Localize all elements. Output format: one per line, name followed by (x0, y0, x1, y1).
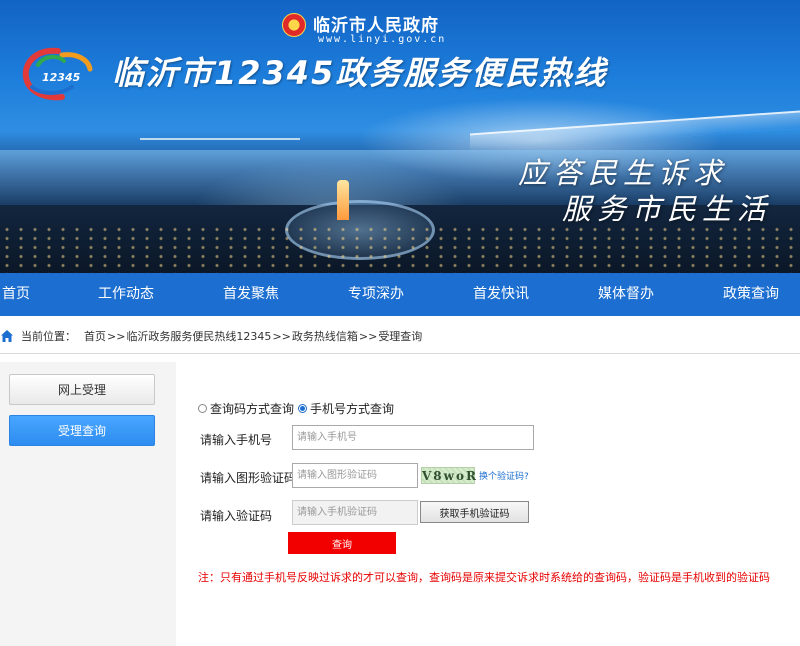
gov-url[interactable]: www.linyi.gov.cn (318, 34, 446, 45)
captcha-input[interactable] (292, 463, 418, 488)
banner-bridge-left (140, 138, 300, 144)
sms-code-input[interactable] (292, 500, 418, 525)
gov-name[interactable]: 临沂市人民政府 (313, 11, 439, 36)
breadcrumb: 当前位置： 首页 >> 临沂政务服务便民热线12345 >> 政务热线信箱 >>… (0, 326, 422, 346)
sms-code-label: 请输入验证码 (200, 509, 273, 523)
phone-label: 请输入手机号 (200, 433, 273, 447)
header-banner: 临沂市人民政府 www.linyi.gov.cn 12345 临沂市12345政… (0, 0, 800, 273)
captcha-refresh-link[interactable]: 换个验证码? (479, 469, 529, 482)
breadcrumb-mailbox[interactable]: 政务热线信箱 (292, 328, 358, 344)
banner-bridge (470, 110, 800, 152)
breadcrumb-separator: >> (272, 329, 291, 343)
sidebar-item-query[interactable]: 受理查询 (9, 415, 155, 446)
nav-item-policy[interactable]: 政策查询 (723, 273, 779, 316)
query-note: 注：只有通过手机号反映过诉求的才可以查询，查询码是原来提交诉求时系统给的查询码，… (198, 571, 770, 584)
banner-tower (337, 180, 349, 220)
nav-item-special[interactable]: 专项深办 (348, 273, 404, 316)
nav-item-express[interactable]: 首发快讯 (473, 273, 529, 316)
banner-city-lights (0, 225, 800, 273)
logo-text: 12345 (42, 71, 81, 84)
radio-phone-label[interactable]: 手机号方式查询 (310, 400, 394, 417)
breadcrumb-home[interactable]: 首页 (84, 328, 106, 344)
query-mode-group: 查询码方式查询 手机号方式查询 (198, 400, 398, 417)
nav-item-media[interactable]: 媒体督办 (598, 273, 654, 316)
radio-query-code[interactable] (198, 404, 207, 413)
radio-query-code-label[interactable]: 查询码方式查询 (210, 400, 294, 417)
captcha-image[interactable]: V8woR (421, 467, 476, 484)
nav-item-focus[interactable]: 首发聚焦 (223, 273, 279, 316)
captcha-label: 请输入图形验证码 (200, 471, 297, 485)
breadcrumb-current: 受理查询 (378, 330, 423, 343)
phone-input[interactable] (292, 425, 534, 450)
sidebar: 网上受理 受理查询 (0, 362, 176, 646)
nav-item-home[interactable]: 首页 (2, 273, 30, 316)
site-title: 临沂市12345政务服务便民热线 (112, 54, 608, 92)
query-button[interactable]: 查询 (288, 532, 396, 554)
slogan-line-2: 服务市民生活 (562, 192, 773, 226)
radio-phone[interactable] (298, 404, 308, 413)
home-icon (1, 330, 13, 342)
breadcrumb-prefix: 当前位置： (21, 330, 76, 343)
query-form: 查询码方式查询 手机号方式查询 请输入手机号 请输入图形验证码 V8woR 换个… (176, 362, 800, 646)
breadcrumb-separator: >> (107, 329, 126, 343)
main-nav: 首页 工作动态 首发聚焦 专项深办 首发快讯 媒体督办 政策查询 (0, 273, 800, 316)
breadcrumb-separator: >> (358, 329, 378, 343)
breadcrumb-divider (0, 353, 800, 354)
nav-item-work-news[interactable]: 工作动态 (98, 273, 154, 316)
hotline-logo-icon: 12345 (22, 47, 93, 101)
breadcrumb-hotline[interactable]: 临沂政务服务便民热线12345 (126, 328, 271, 344)
sidebar-item-online-submit[interactable]: 网上受理 (9, 374, 155, 405)
get-sms-code-button[interactable]: 获取手机验证码 (420, 501, 529, 523)
national-emblem-icon (282, 13, 306, 37)
